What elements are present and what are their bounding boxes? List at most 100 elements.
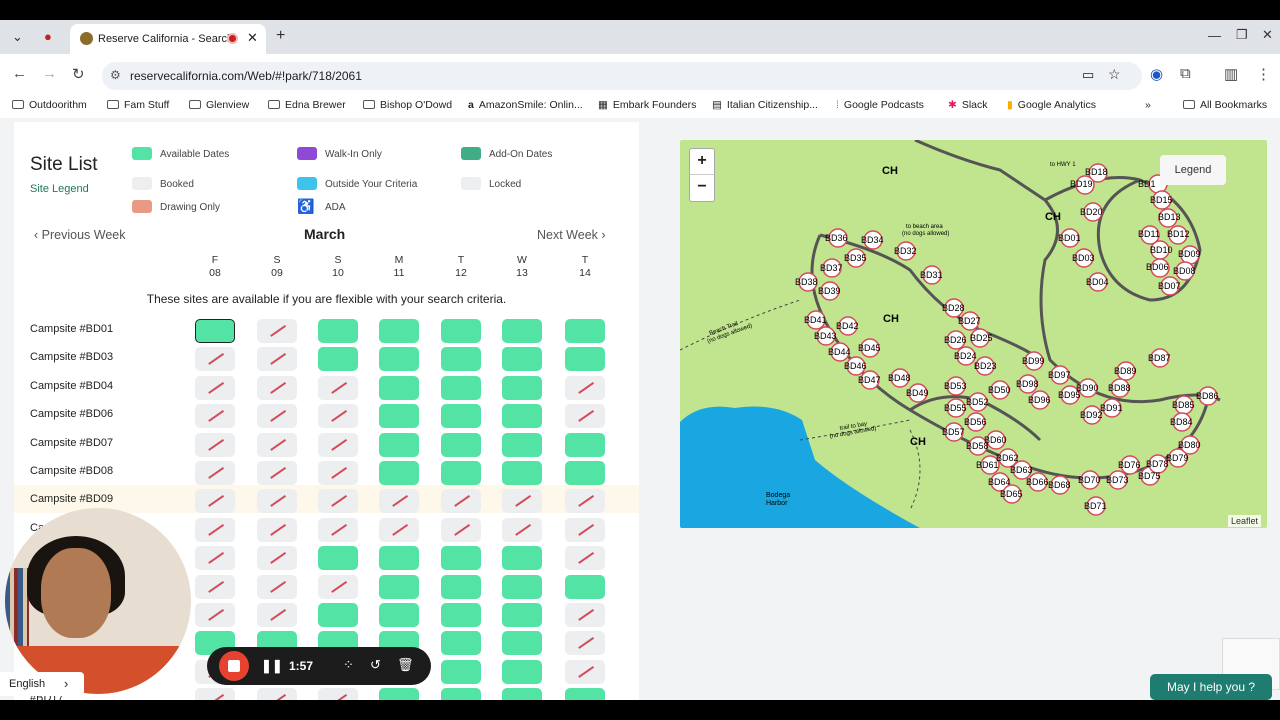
minimize-icon[interactable]: — (1208, 28, 1221, 43)
available-date-cell[interactable] (441, 546, 481, 571)
bookmark-outdoorithm[interactable]: Outdoorithm (12, 99, 87, 111)
available-date-cell[interactable] (565, 319, 605, 343)
available-date-cell[interactable] (565, 432, 605, 457)
booked-date-cell[interactable] (318, 517, 358, 542)
booked-date-cell[interactable] (195, 432, 235, 457)
bookmark-fam-stuff[interactable]: Fam Stuff (107, 99, 169, 111)
booked-date-cell[interactable] (257, 404, 297, 429)
available-date-cell[interactable] (565, 574, 605, 599)
available-date-cell[interactable] (441, 347, 481, 372)
campsite-label[interactable]: Campsite #BD07 (30, 437, 113, 449)
bookmark-edna-brewer[interactable]: Edna Brewer (268, 99, 346, 111)
booked-date-cell[interactable] (565, 517, 605, 542)
available-date-cell[interactable] (379, 688, 419, 700)
campsite-label[interactable]: Campsite #BD04 (30, 380, 113, 392)
new-tab-icon[interactable]: + (276, 27, 285, 45)
tab-search-icon[interactable]: ⌄ (12, 29, 23, 45)
available-date-cell[interactable] (441, 659, 481, 684)
password-manager-icon[interactable]: ◉ (1150, 65, 1163, 83)
zoom-out-button[interactable]: − (690, 175, 714, 201)
available-date-cell[interactable] (502, 347, 542, 372)
available-date-cell[interactable] (502, 574, 542, 599)
available-date-cell[interactable] (441, 404, 481, 429)
available-date-cell[interactable] (502, 546, 542, 571)
available-date-cell[interactable] (441, 432, 481, 457)
booked-date-cell[interactable] (565, 375, 605, 400)
extensions-icon[interactable]: ⧉ (1180, 65, 1191, 82)
booked-date-cell[interactable] (379, 489, 419, 514)
booked-date-cell[interactable] (318, 404, 358, 429)
available-date-cell[interactable] (318, 347, 358, 372)
back-icon[interactable]: ← (12, 65, 27, 82)
available-date-cell[interactable] (379, 461, 419, 485)
booked-date-cell[interactable] (195, 688, 235, 700)
available-date-cell[interactable] (441, 461, 481, 485)
booked-date-cell[interactable] (565, 489, 605, 514)
booked-date-cell[interactable] (195, 603, 235, 627)
bookmark-all-bookmarks[interactable]: All Bookmarks (1183, 99, 1267, 111)
reload-icon[interactable]: ↻ (72, 65, 85, 83)
active-tab[interactable]: Reserve California - Search ✕ (70, 24, 266, 54)
more-bookmarks-icon[interactable]: » (1145, 99, 1151, 111)
available-date-cell[interactable] (502, 631, 542, 656)
booked-date-cell[interactable] (195, 574, 235, 599)
side-panel-icon[interactable]: ▥ (1224, 65, 1238, 83)
booked-date-cell[interactable] (379, 517, 419, 542)
available-date-cell[interactable] (565, 347, 605, 372)
booked-date-cell[interactable] (441, 489, 481, 514)
available-date-cell[interactable] (565, 461, 605, 485)
close-window-icon[interactable]: ✕ (1262, 27, 1273, 43)
booked-date-cell[interactable] (257, 489, 297, 514)
campsite-label[interactable]: Campsite #BD03 (30, 351, 113, 363)
available-date-cell[interactable] (379, 546, 419, 571)
booked-date-cell[interactable] (195, 461, 235, 485)
available-date-cell[interactable] (502, 603, 542, 627)
booked-date-cell[interactable] (257, 461, 297, 485)
available-date-cell[interactable] (318, 546, 358, 571)
grid-icon[interactable]: ⁘ (343, 657, 354, 673)
booked-date-cell[interactable] (502, 517, 542, 542)
booked-date-cell[interactable] (502, 489, 542, 514)
next-week-button[interactable]: Next Week › (537, 228, 606, 242)
available-date-cell[interactable] (441, 603, 481, 627)
trash-icon[interactable]: 🗑 (397, 657, 414, 673)
booked-date-cell[interactable] (195, 404, 235, 429)
booked-date-cell[interactable] (195, 546, 235, 571)
booked-date-cell[interactable] (257, 688, 297, 700)
zoom-in-button[interactable]: + (690, 149, 714, 175)
available-date-cell[interactable] (379, 574, 419, 599)
booked-date-cell[interactable] (195, 517, 235, 542)
campsite-label[interactable]: Campsite #BD01 (30, 323, 113, 335)
available-date-cell[interactable] (441, 631, 481, 656)
available-date-cell[interactable] (379, 404, 419, 429)
camera-icon[interactable]: ▭ (1082, 67, 1094, 83)
site-legend-link[interactable]: Site Legend (30, 183, 89, 195)
available-date-cell[interactable] (502, 432, 542, 457)
leaflet-attribution[interactable]: Leaflet (1228, 515, 1262, 527)
available-date-cell[interactable] (502, 319, 542, 343)
bookmark-bishop-odowd[interactable]: Bishop O'Dowd (363, 99, 452, 111)
pause-icon[interactable]: ❚❚ (261, 658, 283, 674)
available-date-cell[interactable] (379, 319, 419, 343)
restart-icon[interactable]: ↺ (370, 657, 381, 673)
booked-date-cell[interactable] (195, 375, 235, 400)
campsite-label[interactable]: Campsite #BD06 (30, 408, 113, 420)
bookmark-star-icon[interactable]: ☆ (1108, 66, 1121, 83)
maximize-icon[interactable]: ❐ (1236, 27, 1248, 43)
booked-date-cell[interactable] (318, 574, 358, 599)
available-date-cell[interactable] (441, 574, 481, 599)
booked-date-cell[interactable] (195, 347, 235, 372)
available-date-cell[interactable] (379, 347, 419, 372)
site-info-icon[interactable]: ⚙ (110, 68, 121, 82)
booked-date-cell[interactable] (257, 517, 297, 542)
booked-date-cell[interactable] (565, 404, 605, 429)
booked-date-cell[interactable] (257, 319, 297, 343)
bookmark-amazonsmile[interactable]: a AmazonSmile: Onlin... (468, 99, 583, 111)
recording-tab-icon[interactable]: ● (44, 29, 52, 44)
campsite-label[interactable]: Campsite #BD08 (30, 465, 113, 477)
available-date-cell[interactable] (379, 603, 419, 627)
available-date-cell[interactable] (502, 659, 542, 684)
booked-date-cell[interactable] (257, 375, 297, 400)
stop-recording-button[interactable] (219, 651, 249, 681)
campsite-label[interactable]: Campsite #BD09 (30, 493, 113, 505)
